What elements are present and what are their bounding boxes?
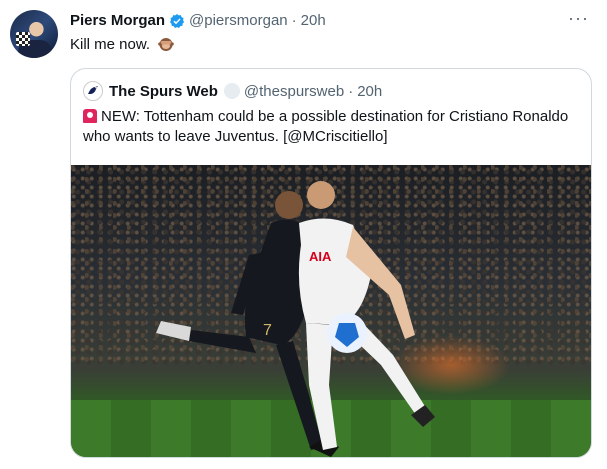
spurs-logo-icon [88, 86, 98, 94]
svg-text:7: 7 [263, 322, 272, 339]
tweet-text-content: Kill me now. [70, 36, 151, 53]
more-icon[interactable]: ··· [568, 8, 589, 29]
svg-text:AIA: AIA [309, 249, 332, 264]
players-illustration: 7 AIA [156, 181, 435, 457]
quoted-timestamp[interactable]: 20h [357, 83, 382, 100]
avatar-flag [16, 32, 30, 46]
verified-badge-icon [169, 13, 185, 28]
see-no-evil-monkey-icon [158, 38, 175, 51]
quoted-text: NEW: Tottenham could be a possible desti… [83, 107, 578, 147]
quoted-media-photo[interactable]: 7 AIA [71, 165, 591, 457]
timestamp[interactable]: 20h [301, 12, 326, 29]
quoted-header: The Spurs Web @thespursweb · 20h [83, 81, 382, 101]
avatar[interactable] [10, 10, 58, 58]
player-white-kit: AIA [298, 181, 435, 450]
author-handle[interactable]: @piersmorgan [189, 12, 288, 29]
quoted-avatar [83, 81, 103, 101]
quoted-text-content: NEW: Tottenham could be a possible desti… [83, 108, 569, 145]
tweet-text: Kill me now. [70, 36, 175, 53]
quoted-badge-icon [223, 83, 240, 99]
quoted-author-handle[interactable]: @thespursweb [244, 83, 344, 100]
author-name[interactable]: Piers Morgan [70, 12, 165, 29]
football [327, 313, 367, 353]
quoted-author-name[interactable]: The Spurs Web [109, 83, 218, 100]
siren-emoji-icon [83, 109, 97, 123]
separator-dot: · [291, 12, 297, 29]
tweet-header: Piers Morgan @piersmorgan · 20h [70, 12, 597, 29]
quoted-separator-dot: · [348, 82, 354, 100]
quoted-tweet[interactable]: The Spurs Web @thespursweb · 20h NEW: To… [70, 68, 592, 458]
